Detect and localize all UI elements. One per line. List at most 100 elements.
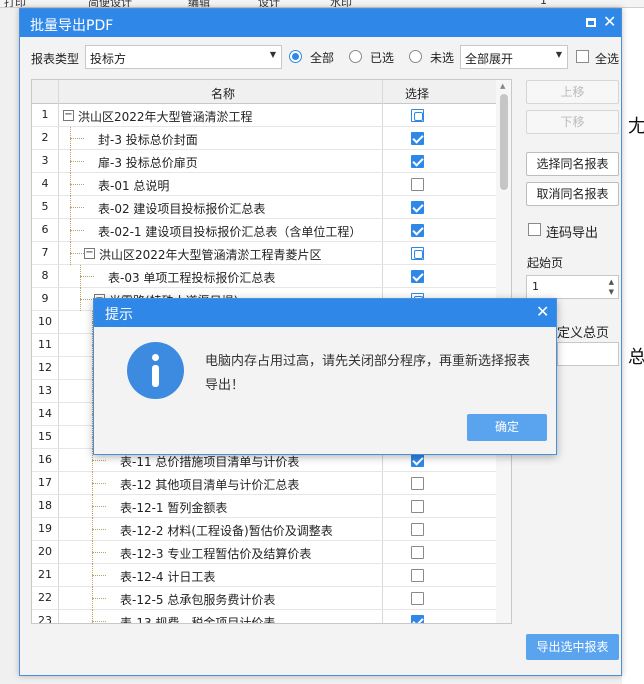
table-row[interactable]: 1 − 洪山区2022年大型管涵清淤工程	[32, 104, 496, 127]
row-checkbox[interactable]	[411, 270, 424, 283]
row-checkbox[interactable]	[411, 523, 424, 536]
close-icon[interactable]: ✕	[536, 302, 549, 321]
row-checkbox[interactable]	[411, 592, 424, 605]
move-down-button[interactable]: 下移	[526, 110, 619, 134]
table-row[interactable]: 23 表-13 规费、税金项目计价表	[32, 610, 496, 623]
bg-toolbar-item[interactable]: 简便设计	[88, 0, 132, 7]
row-number: 8	[41, 269, 49, 282]
move-up-button[interactable]: 上移	[526, 80, 619, 104]
bg-toolbar-item[interactable]: 编辑	[188, 0, 210, 7]
row-checkbox[interactable]	[411, 500, 424, 513]
maximize-icon[interactable]	[586, 18, 596, 27]
collapse-icon[interactable]: −	[63, 110, 74, 121]
scrollbar-thumb[interactable]	[500, 94, 508, 190]
report-name: 表-12-3 专业工程暂估价及结算价表	[120, 547, 312, 561]
table-row[interactable]: 6 表-02-1 建设项目投标报价汇总表（含单位工程）	[32, 219, 496, 242]
dialog-title-bar[interactable]: 批量导出PDF ✕	[20, 9, 621, 37]
scroll-up-icon[interactable]: ▲	[500, 82, 505, 90]
ok-button[interactable]: 确定	[467, 414, 547, 441]
tree-connector	[92, 621, 106, 622]
row-number: 3	[41, 154, 49, 167]
row-checkbox[interactable]	[411, 454, 424, 467]
bg-toolbar-item[interactable]: 水印	[330, 0, 352, 7]
tree-connector	[70, 196, 71, 219]
tree-connector	[92, 610, 93, 623]
report-name: 表-02 建设项目投标报价汇总表	[98, 202, 266, 216]
table-row[interactable]: 17 表-12 其他项目清单与计价汇总表	[32, 472, 496, 495]
radio-unselected[interactable]	[409, 50, 422, 63]
expand-value: 全部展开	[465, 52, 514, 66]
start-page-stepper[interactable]: 1 ▲ ▼	[526, 275, 619, 299]
row-checkbox[interactable]	[411, 224, 424, 237]
tree-connector	[80, 288, 81, 311]
table-row[interactable]: 21 表-12-4 计日工表	[32, 564, 496, 587]
bg-doc-glyph: 尢	[628, 116, 644, 137]
select-all-checkbox[interactable]	[576, 50, 589, 63]
alert-title-bar[interactable]: 提示 ✕	[94, 299, 556, 327]
tree-connector	[70, 150, 71, 173]
tree-connector	[92, 506, 106, 507]
info-icon	[127, 342, 184, 399]
continuous-export-checkbox[interactable]	[528, 223, 541, 236]
report-type-select[interactable]: 投标方 ▼	[85, 45, 282, 69]
tree-connector	[70, 184, 84, 185]
report-type-label: 报表类型	[31, 52, 80, 66]
report-type-value: 投标方	[90, 52, 127, 66]
background-toolbar: 打印 简便设计 编辑 设计 水印 1	[0, 0, 644, 8]
row-checkbox[interactable]	[411, 546, 424, 559]
row-number: 19	[38, 522, 52, 535]
row-number: 13	[38, 384, 52, 397]
bg-toolbar-item[interactable]: 设计	[258, 0, 280, 7]
report-name: 表-12-1 暂列金额表	[120, 501, 228, 515]
total-pages-stepper[interactable]	[557, 342, 619, 366]
table-row[interactable]: 5 表-02 建设项目投标报价汇总表	[32, 196, 496, 219]
bg-toolbar-item[interactable]: 1	[540, 0, 547, 7]
tree-connector	[92, 529, 106, 530]
row-checkbox[interactable]	[411, 109, 424, 122]
tree-connector	[80, 299, 94, 300]
table-row[interactable]: 19 表-12-2 材料(工程设备)暂估价及调整表	[32, 518, 496, 541]
table-row[interactable]: 4 表-01 总说明	[32, 173, 496, 196]
radio-selected[interactable]	[349, 50, 362, 63]
row-number: 18	[38, 499, 52, 512]
table-row[interactable]: 7 − 洪山区2022年大型管涵清淤工程青菱片区	[32, 242, 496, 265]
report-name: 扉-3 投标总价扉页	[98, 156, 198, 170]
radio-unselected-label: 未选	[430, 51, 455, 65]
table-row[interactable]: 2 封-3 投标总价封面	[32, 127, 496, 150]
report-name: 表-11 总价措施项目清单与计价表	[120, 455, 300, 469]
continuous-export-label: 连码导出	[546, 226, 599, 241]
chevron-down-icon: ▼	[269, 50, 276, 59]
row-checkbox[interactable]	[411, 569, 424, 582]
export-selected-button[interactable]: 导出选中报表	[526, 634, 619, 660]
row-number: 12	[38, 361, 52, 374]
select-all-label: 全选	[595, 52, 620, 66]
row-number: 4	[41, 177, 49, 190]
table-row[interactable]: 22 表-12-5 总承包服务费计价表	[32, 587, 496, 610]
close-icon[interactable]: ✕	[603, 12, 616, 31]
row-checkbox[interactable]	[411, 178, 424, 191]
table-row[interactable]: 3 扉-3 投标总价扉页	[32, 150, 496, 173]
table-row[interactable]: 20 表-12-3 专业工程暂估价及结算价表	[32, 541, 496, 564]
row-number: 11	[38, 338, 52, 351]
info-icon-bar	[152, 365, 159, 387]
select-same-name-button[interactable]: 选择同名报表	[526, 152, 619, 176]
table-row[interactable]: 18 表-12-1 暂列金额表	[32, 495, 496, 518]
row-checkbox[interactable]	[411, 132, 424, 145]
tree-connector	[92, 541, 93, 564]
cancel-same-name-button[interactable]: 取消同名报表	[526, 182, 619, 206]
expand-select[interactable]: 全部展开 ▼	[460, 45, 568, 69]
stepper-up-icon[interactable]: ▲	[609, 278, 614, 286]
row-checkbox[interactable]	[411, 201, 424, 214]
collapse-icon[interactable]: −	[84, 248, 95, 259]
row-checkbox[interactable]	[411, 247, 424, 260]
report-name: 表-12-2 材料(工程设备)暂估价及调整表	[120, 524, 333, 538]
stepper-down-icon[interactable]: ▼	[609, 288, 614, 296]
radio-all[interactable]	[289, 50, 302, 63]
row-checkbox[interactable]	[411, 615, 424, 623]
row-checkbox[interactable]	[411, 477, 424, 490]
row-number: 10	[38, 315, 52, 328]
row-checkbox[interactable]	[411, 155, 424, 168]
table-row[interactable]: 8 表-03 单项工程投标报价汇总表	[32, 265, 496, 288]
tree-connector	[70, 207, 84, 208]
bg-toolbar-item[interactable]: 打印	[4, 0, 26, 7]
